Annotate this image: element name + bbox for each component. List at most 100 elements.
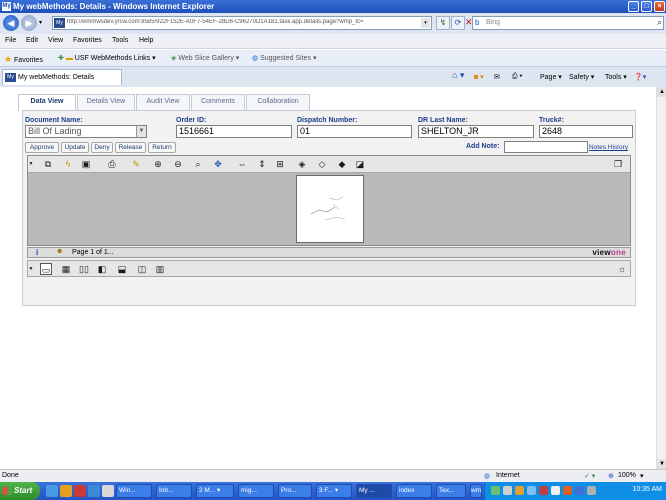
tray-icon-6[interactable] xyxy=(551,486,560,495)
tab-details-view[interactable]: Details View xyxy=(77,94,135,110)
address-dropdown-icon[interactable]: ▾ xyxy=(421,18,430,28)
order-id-field[interactable]: 1516661 xyxy=(176,125,292,138)
page-menu[interactable]: Page ▾ xyxy=(540,73,562,81)
fav-web-slice[interactable]: ◈ Web Slice Gallery ▾ xyxy=(171,54,239,62)
taskbar-2m[interactable]: 2 M... ▾ xyxy=(196,484,234,498)
close-button[interactable]: × xyxy=(654,1,665,12)
menu-file[interactable]: File xyxy=(5,37,16,44)
search-icon[interactable]: ⌕ xyxy=(657,17,662,28)
single-page-icon[interactable]: ▭ xyxy=(40,263,52,275)
tray-icon-7[interactable] xyxy=(563,486,572,495)
scroll-down-icon[interactable]: ▼ xyxy=(657,459,666,469)
maximize-button[interactable]: □ xyxy=(641,1,652,12)
tab-data-view[interactable]: Data View xyxy=(18,94,76,111)
two-page-icon[interactable]: ▯▯ xyxy=(78,263,90,275)
chevron-down-icon[interactable]: ▼ xyxy=(136,126,146,137)
forward-button[interactable]: ▶ xyxy=(21,15,37,31)
print-icon[interactable]: ⎙ ▾ xyxy=(512,73,523,81)
add-note-field[interactable] xyxy=(504,141,588,153)
page-nav-icon[interactable]: ☻ xyxy=(56,248,63,255)
tab-comments[interactable]: Comments xyxy=(191,94,245,110)
flip-icon[interactable]: ◆ xyxy=(336,158,348,170)
taskbar-inbox[interactable]: Inb... xyxy=(156,484,192,498)
zoom-out-icon[interactable]: ⊖ xyxy=(172,158,184,170)
start-button[interactable]: Start xyxy=(0,482,40,500)
fit-width-icon[interactable]: ⇔ xyxy=(236,158,248,170)
zoom-dropdown-icon[interactable]: ▾ xyxy=(640,472,644,480)
return-button[interactable]: Return xyxy=(148,142,176,153)
menu-view[interactable]: View xyxy=(48,37,63,44)
document-page-thumbnail[interactable] xyxy=(296,175,364,243)
dispatch-number-field[interactable]: 01 xyxy=(297,125,412,138)
favorites-button[interactable]: ★ Favorites xyxy=(4,54,43,65)
pan-icon[interactable]: ✥ xyxy=(212,158,224,170)
home-icon[interactable]: ⌂ ▾ xyxy=(452,70,464,81)
thumbnails-bottom-icon[interactable]: ⬓ xyxy=(116,263,128,275)
safety-menu[interactable]: Safety ▾ xyxy=(569,73,594,81)
compat-view-icon[interactable]: ↯ xyxy=(436,16,450,30)
lightning-icon[interactable]: ϟ xyxy=(62,158,74,170)
more-quicklaunch-icon[interactable] xyxy=(102,485,114,497)
notes-history-link[interactable]: Notes History xyxy=(589,144,628,151)
ie-quicklaunch-icon[interactable] xyxy=(88,485,100,497)
zoom-level[interactable]: 100% xyxy=(618,472,636,479)
window-layout-icon[interactable]: ❐ xyxy=(612,158,624,170)
taskbar-mig[interactable]: mig... xyxy=(238,484,274,498)
vertical-scrollbar[interactable]: ▲ ▼ xyxy=(656,87,666,469)
minimize-button[interactable]: _ xyxy=(628,1,639,12)
rotate-right-icon[interactable]: ◇ xyxy=(316,158,328,170)
side-by-side-icon[interactable]: ◫ xyxy=(136,263,148,275)
thumbnails-left-icon[interactable]: ◧ xyxy=(96,263,108,275)
taskbar-win[interactable]: Win... xyxy=(116,484,152,498)
truck-field[interactable]: 2648 xyxy=(539,125,633,138)
zoom-in-icon[interactable]: ⊕ xyxy=(152,158,164,170)
print-document-icon[interactable]: ⎙ xyxy=(106,158,118,170)
taskbar-pro[interactable]: Pro... xyxy=(278,484,312,498)
address-url[interactable]: http://wmmwsdev.yrcw.com:8585/922F152E-A… xyxy=(67,19,417,25)
deny-button[interactable]: Deny xyxy=(91,142,113,153)
taskbar-wmi[interactable]: wmi... xyxy=(470,484,482,498)
app-quicklaunch-icon[interactable] xyxy=(74,485,86,497)
tray-icon-2[interactable] xyxy=(503,486,512,495)
info-icon[interactable]: i xyxy=(36,248,38,257)
tray-icon-1[interactable] xyxy=(491,486,500,495)
layout-grip-icon[interactable]: ▼ xyxy=(28,263,34,275)
tools-menu[interactable]: Tools ▾ xyxy=(605,73,627,81)
document-name-select[interactable]: Bill Of Lading ▼ xyxy=(25,125,147,138)
back-button[interactable]: ◀ xyxy=(3,15,19,31)
tab-collaboration[interactable]: Collaboration xyxy=(246,94,310,110)
menu-edit[interactable]: Edit xyxy=(26,37,38,44)
taskbar-tex[interactable]: Tex... xyxy=(436,484,466,498)
read-mail-icon[interactable]: ✉ xyxy=(494,73,500,81)
fav-suggested-sites[interactable]: ◍ Suggested Sites ▾ xyxy=(252,54,317,62)
invert-icon[interactable]: ◪ xyxy=(354,158,366,170)
tab-audit-view[interactable]: Audit View xyxy=(136,94,190,110)
rotate-left-icon[interactable]: ◈ xyxy=(296,158,308,170)
taskbar-my[interactable]: My ... xyxy=(356,484,392,498)
browser-tab[interactable]: My My webMethods: Details xyxy=(2,69,122,85)
menu-help[interactable]: Help xyxy=(139,37,153,44)
annotate-icon[interactable]: ✎ xyxy=(130,158,142,170)
brightness-icon[interactable]: ☼ xyxy=(616,263,628,275)
open-document-icon[interactable]: ⧉ xyxy=(42,158,54,170)
tray-icon-9[interactable] xyxy=(587,486,596,495)
scroll-up-icon[interactable]: ▲ xyxy=(657,87,666,97)
save-icon[interactable]: ▣ xyxy=(80,158,92,170)
grid-view-icon[interactable]: ▦ xyxy=(60,263,72,275)
fit-page-icon[interactable]: ⊞ xyxy=(274,158,286,170)
release-button[interactable]: Release xyxy=(115,142,146,153)
search-placeholder[interactable]: Bing xyxy=(486,19,500,26)
filmstrip-icon[interactable]: ▥ xyxy=(154,263,166,275)
help-icon[interactable]: ❓▾ xyxy=(634,73,646,81)
desktop-quicklaunch-icon[interactable] xyxy=(46,485,58,497)
fit-height-icon[interactable]: ⇕ xyxy=(256,158,268,170)
address-bar[interactable]: My http://wmmwsdev.yrcw.com:8585/922F152… xyxy=(52,16,432,30)
zoom-icon[interactable]: ⊕ xyxy=(608,472,614,480)
search-box[interactable]: b Bing ⌕ xyxy=(472,16,664,30)
menu-tools[interactable]: Tools xyxy=(112,37,128,44)
dr-last-name-field[interactable]: SHELTON_JR xyxy=(418,125,534,138)
zoom-region-icon[interactable]: ⌕ xyxy=(192,158,204,170)
tray-icon-5[interactable] xyxy=(539,486,548,495)
firefox-quicklaunch-icon[interactable] xyxy=(60,485,72,497)
tray-icon-4[interactable] xyxy=(527,486,536,495)
